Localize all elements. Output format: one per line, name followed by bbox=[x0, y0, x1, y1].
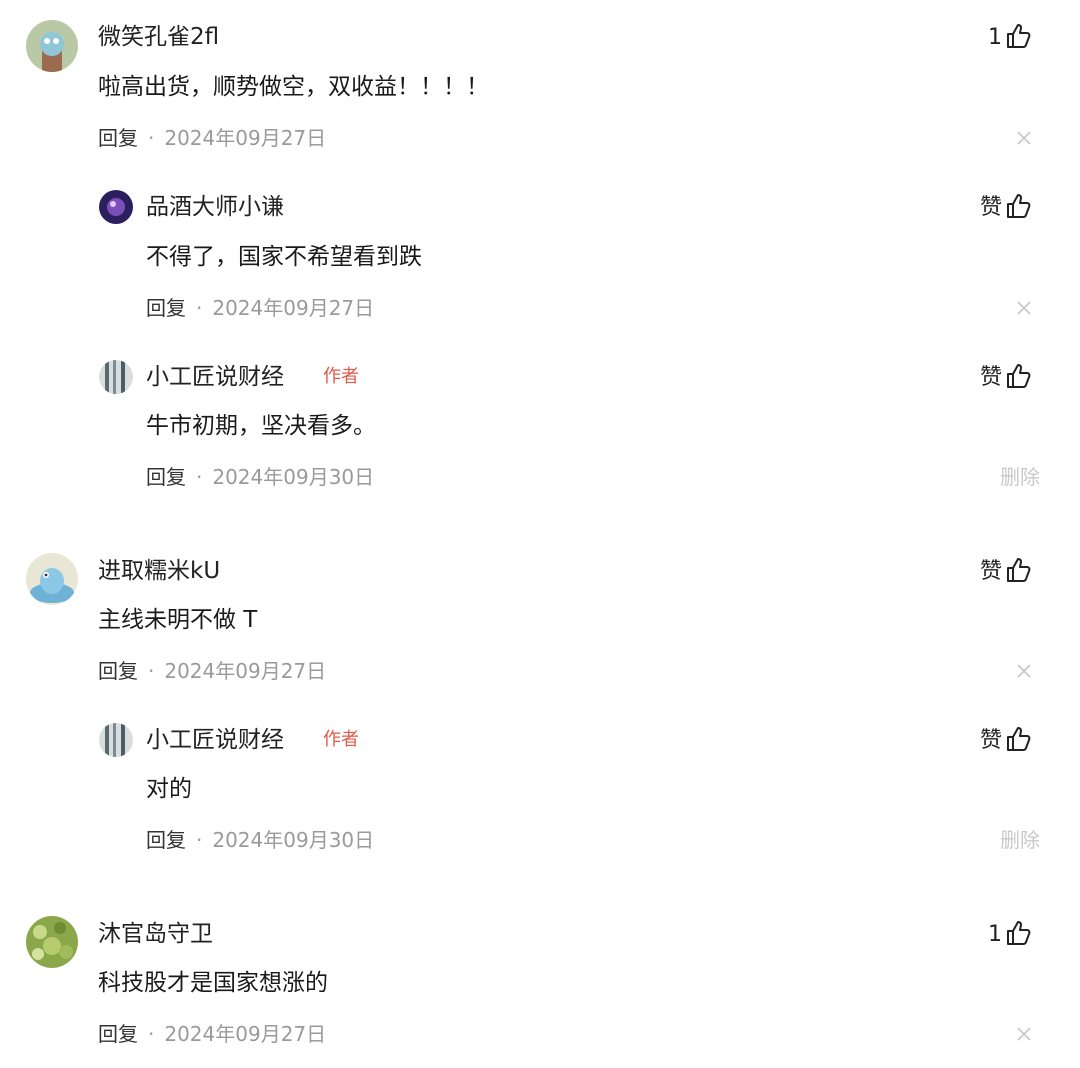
avatar[interactable] bbox=[26, 20, 78, 72]
like-count: 1 bbox=[988, 25, 1002, 50]
close-icon[interactable] bbox=[1016, 663, 1032, 679]
comment-meta: 回复 · 2024年09月27日 bbox=[98, 124, 326, 152]
separator: · bbox=[196, 296, 203, 320]
close-icon[interactable] bbox=[1016, 300, 1032, 316]
avatar[interactable] bbox=[26, 553, 78, 605]
comment-meta: 回复 · 2024年09月27日 bbox=[98, 1020, 326, 1048]
comment-text: 科技股才是国家想涨的 bbox=[98, 970, 328, 996]
comment-text: 牛市初期，坚决看多。 bbox=[146, 413, 376, 439]
separator: · bbox=[148, 659, 155, 683]
reply-button[interactable]: 回复 bbox=[98, 126, 138, 150]
delete-button[interactable]: 删除 bbox=[1000, 463, 1040, 491]
reply-button[interactable]: 回复 bbox=[146, 465, 186, 489]
separator: · bbox=[148, 1022, 155, 1046]
comment-author[interactable]: 品酒大师小谦 bbox=[146, 192, 284, 222]
like-button[interactable]: 赞 bbox=[980, 726, 1034, 756]
avatar[interactable] bbox=[99, 723, 133, 757]
avatar[interactable] bbox=[99, 190, 133, 224]
comment-date: 2024年09月27日 bbox=[164, 659, 327, 683]
comment-text: 啦高出货，顺势做空，双收益！！！！ bbox=[98, 74, 489, 100]
comment-meta: 回复 · 2024年09月30日 bbox=[146, 463, 374, 491]
thumbs-up-icon bbox=[1004, 361, 1034, 395]
comment-date: 2024年09月27日 bbox=[164, 1022, 327, 1046]
reply-button[interactable]: 回复 bbox=[98, 659, 138, 683]
comment-text: 对的 bbox=[146, 776, 192, 802]
like-button[interactable]: 赞 bbox=[980, 363, 1034, 393]
comment-meta: 回复 · 2024年09月27日 bbox=[146, 294, 374, 322]
thumbs-up-icon bbox=[1004, 191, 1034, 225]
like-button[interactable]: 赞 bbox=[980, 557, 1034, 587]
comment-meta: 回复 · 2024年09月27日 bbox=[98, 657, 326, 685]
comment-date: 2024年09月27日 bbox=[164, 126, 327, 150]
comment-author[interactable]: 进取糯米kU bbox=[98, 556, 220, 586]
close-icon[interactable] bbox=[1016, 1026, 1032, 1042]
reply-button[interactable]: 回复 bbox=[146, 296, 186, 320]
like-button[interactable]: 1 bbox=[988, 920, 1034, 950]
comment-meta: 回复 · 2024年09月30日 bbox=[146, 826, 374, 854]
reply-button[interactable]: 回复 bbox=[98, 1022, 138, 1046]
avatar[interactable] bbox=[99, 360, 133, 394]
comment-date: 2024年09月27日 bbox=[212, 296, 375, 320]
thumbs-up-icon bbox=[1004, 918, 1034, 952]
comment-author[interactable]: 小工匠说财经 bbox=[146, 362, 284, 392]
like-label: 赞 bbox=[979, 559, 1002, 584]
thumbs-up-icon bbox=[1004, 555, 1034, 589]
comment-author[interactable]: 沐官岛守卫 bbox=[98, 919, 213, 949]
delete-button[interactable]: 删除 bbox=[1000, 826, 1040, 854]
author-badge: 作者 bbox=[323, 729, 359, 750]
thumbs-up-icon bbox=[1004, 724, 1034, 758]
avatar[interactable] bbox=[26, 916, 78, 968]
like-count: 1 bbox=[988, 922, 1002, 947]
comment-date: 2024年09月30日 bbox=[212, 828, 375, 852]
comment-text: 主线未明不做 T bbox=[98, 607, 258, 633]
separator: · bbox=[196, 828, 203, 852]
comment-date: 2024年09月30日 bbox=[212, 465, 375, 489]
close-icon[interactable] bbox=[1016, 130, 1032, 146]
like-label: 赞 bbox=[979, 365, 1002, 390]
like-label: 赞 bbox=[979, 728, 1002, 753]
like-button[interactable]: 1 bbox=[988, 23, 1034, 53]
comment-author[interactable]: 微笑孔雀2fl bbox=[98, 22, 219, 52]
like-button[interactable]: 赞 bbox=[980, 193, 1034, 223]
comment-author[interactable]: 小工匠说财经 bbox=[146, 725, 284, 755]
thumbs-up-icon bbox=[1004, 21, 1034, 55]
like-label: 赞 bbox=[979, 195, 1002, 220]
separator: · bbox=[196, 465, 203, 489]
comment-text: 不得了，国家不希望看到跌 bbox=[146, 244, 422, 270]
separator: · bbox=[148, 126, 155, 150]
reply-button[interactable]: 回复 bbox=[146, 828, 186, 852]
author-badge: 作者 bbox=[323, 366, 359, 387]
